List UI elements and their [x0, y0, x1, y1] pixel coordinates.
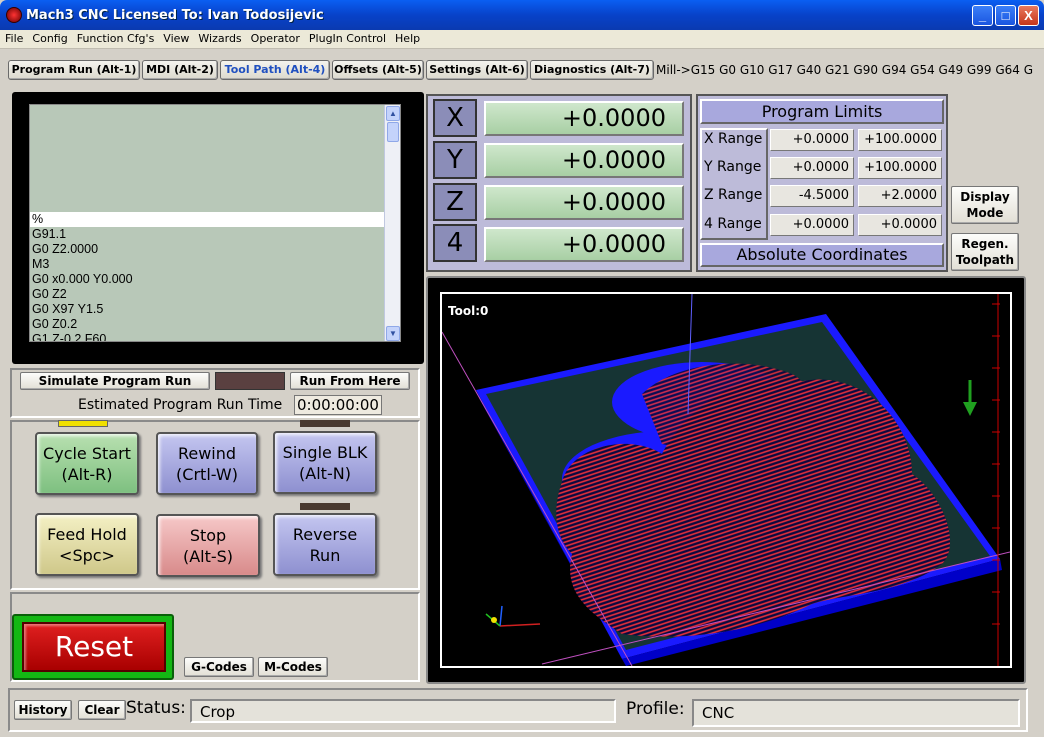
- history-button[interactable]: History: [14, 700, 72, 720]
- scroll-down-arrow-icon[interactable]: ▼: [386, 326, 400, 341]
- menu-wizards[interactable]: Wizards: [193, 30, 245, 45]
- menu-operator[interactable]: Operator: [246, 30, 304, 45]
- menu-view[interactable]: View: [158, 30, 193, 45]
- x-range-max: +100.0000: [858, 129, 942, 151]
- gcode-line[interactable]: %: [30, 212, 385, 227]
- display-mode-button[interactable]: Display Mode: [951, 186, 1019, 224]
- axis-label-y: Y: [433, 141, 477, 179]
- rewind-button[interactable]: Rewind (Crtl-W): [156, 432, 258, 495]
- gcode-line[interactable]: G0 X97 Y1.5: [30, 302, 385, 317]
- x-range-min: +0.0000: [770, 129, 854, 151]
- profile-label: Profile:: [626, 699, 685, 719]
- close-button[interactable]: X: [1018, 5, 1039, 26]
- menu-plugin-control[interactable]: PlugIn Control: [304, 30, 390, 45]
- gcode-line[interactable]: G0 Z0.2: [30, 317, 385, 332]
- status-label: Status:: [126, 698, 186, 718]
- tool-position-arrow-icon: [963, 380, 977, 416]
- gcodes-button[interactable]: G-Codes: [184, 657, 254, 677]
- 4-range-label: 4 Range: [704, 216, 762, 232]
- clear-button[interactable]: Clear: [78, 700, 126, 720]
- tool-number-label: Tool:0: [448, 304, 489, 318]
- mcodes-button[interactable]: M-Codes: [258, 657, 328, 677]
- tab-tool-path[interactable]: Tool Path (Alt-4): [220, 60, 330, 80]
- toolpath-viewport[interactable]: Tool:0: [440, 292, 1012, 668]
- cycle-start-button[interactable]: Cycle Start (Alt-R): [35, 432, 139, 495]
- axis-triad-icon: [485, 605, 541, 627]
- axis-label-4: 4: [433, 224, 477, 262]
- dro-x-value[interactable]: +0.0000: [484, 101, 684, 136]
- app-icon[interactable]: [6, 7, 22, 23]
- reverse-run-button[interactable]: Reverse Run: [273, 513, 377, 576]
- gcode-line[interactable]: G0 x0.000 Y0.000: [30, 272, 385, 287]
- tab-program-run[interactable]: Program Run (Alt-1): [8, 60, 140, 80]
- gcode-line[interactable]: G0 Z2.0000: [30, 242, 385, 257]
- z-range-max: +2.0000: [858, 185, 942, 207]
- feed-hold-button[interactable]: Feed Hold <Spc>: [35, 513, 139, 576]
- simulate-indicator: [215, 372, 285, 390]
- gcode-listing[interactable]: % G91.1 G0 Z2.0000 M3 G0 x0.000 Y0.000 G0 Z2 G…: [29, 104, 401, 342]
- gcode-line[interactable]: G1 Z-0.2 F60: [30, 332, 385, 341]
- dro-y-value[interactable]: +0.0000: [484, 143, 684, 178]
- scroll-up-arrow-icon[interactable]: ▲: [386, 106, 400, 121]
- profile-field: CNC: [692, 699, 1020, 727]
- gcode-line[interactable]: G0 Z2: [30, 287, 385, 302]
- menu-config[interactable]: Config: [27, 30, 71, 45]
- modal-gcode-line: Mill->G15 G0 G10 G17 G40 G21 G90 G94 G54…: [656, 63, 1033, 77]
- simulate-program-run-button[interactable]: Simulate Program Run: [20, 372, 210, 390]
- z-range-label: Z Range: [704, 187, 763, 203]
- x-range-label: X Range: [704, 131, 763, 147]
- dro-4-value[interactable]: +0.0000: [484, 227, 684, 262]
- menu-bar: File Config Function Cfg's View Wizards Opera…: [0, 30, 1044, 49]
- menu-help[interactable]: Help: [390, 30, 424, 45]
- tab-mdi[interactable]: MDI (Alt-2): [142, 60, 218, 80]
- menu-function-cfgs[interactable]: Function Cfg's: [72, 30, 159, 45]
- menu-file[interactable]: File: [0, 30, 27, 45]
- axis-label-x: X: [433, 99, 477, 137]
- reverse-run-led: [300, 503, 350, 510]
- window-title: Mach3 CNC Licensed To: Ivan Todosijevic: [26, 8, 324, 23]
- estimated-time-value: 0:00:00:00: [294, 395, 382, 415]
- y-range-label: Y Range: [704, 159, 762, 175]
- cycle-start-led: [58, 420, 108, 427]
- toolpath-render: [442, 294, 1010, 666]
- 4-range-max: +0.0000: [858, 214, 942, 236]
- stop-button[interactable]: Stop (Alt-S): [156, 514, 260, 577]
- y-range-max: +100.0000: [858, 157, 942, 179]
- tab-diagnostics[interactable]: Diagnostics (Alt-7): [530, 60, 654, 80]
- maximize-button[interactable]: □: [995, 5, 1016, 26]
- gcode-line[interactable]: M3: [30, 257, 385, 272]
- tab-offsets[interactable]: Offsets (Alt-5): [332, 60, 424, 80]
- estimated-time-label: Estimated Program Run Time: [78, 397, 283, 413]
- z-range-min: -4.5000: [770, 185, 854, 207]
- gcode-scrollbar[interactable]: ▲ ▼: [384, 105, 400, 341]
- title-bar[interactable]: Mach3 CNC Licensed To: Ivan Todosijevic …: [0, 0, 1044, 30]
- minimize-button[interactable]: _: [972, 5, 993, 26]
- 4-range-min: +0.0000: [770, 214, 854, 236]
- gcode-line[interactable]: G91.1: [30, 227, 385, 242]
- regen-toolpath-button[interactable]: Regen. Toolpath: [951, 233, 1019, 271]
- run-from-here-button[interactable]: Run From Here: [290, 372, 410, 390]
- single-blk-button[interactable]: Single BLK (Alt-N): [273, 431, 377, 494]
- y-range-min: +0.0000: [770, 157, 854, 179]
- status-field: Crop: [190, 699, 616, 723]
- single-blk-led: [300, 420, 350, 427]
- reset-button[interactable]: Reset: [22, 622, 166, 672]
- axis-label-z: Z: [433, 183, 477, 221]
- tab-settings[interactable]: Settings (Alt-6): [426, 60, 528, 80]
- tab-row: Program Run (Alt-1) MDI (Alt-2) Tool Pat…: [0, 50, 1044, 88]
- dro-z-value[interactable]: +0.0000: [484, 185, 684, 220]
- coordinate-mode-label: Absolute Coordinates: [700, 243, 944, 267]
- scroll-thumb[interactable]: [387, 122, 399, 142]
- program-limits-title: Program Limits: [700, 99, 944, 124]
